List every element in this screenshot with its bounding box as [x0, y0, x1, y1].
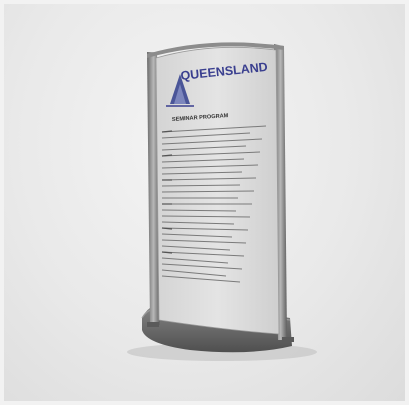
- sign-panel: [155, 46, 280, 335]
- display-stand-illustration: QUEENSLAND SEMINAR PROGRAM: [127, 42, 317, 361]
- right-foot: [282, 337, 294, 342]
- left-foot: [147, 322, 159, 327]
